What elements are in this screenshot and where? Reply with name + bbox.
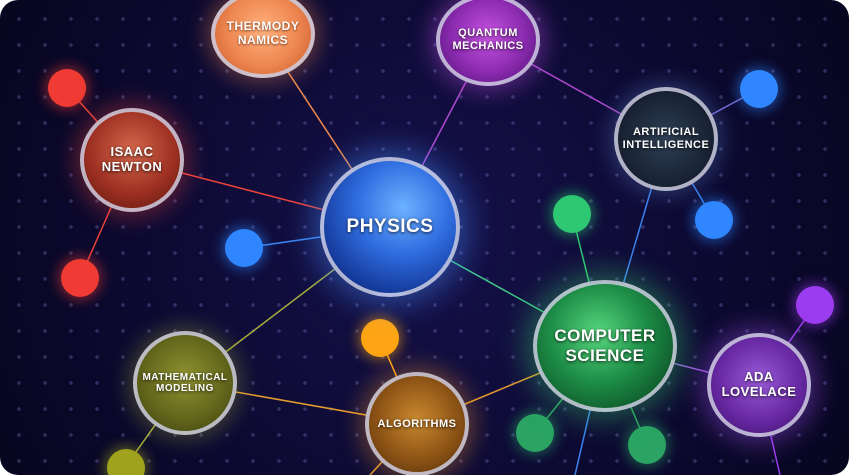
node-label-ada-lovelace: ADA LOVELACE bbox=[721, 369, 797, 399]
node-algorithms[interactable]: ALGORITHMS bbox=[365, 372, 469, 475]
satellite-node-blue-left[interactable] bbox=[225, 229, 263, 267]
node-label-physics: PHYSICS bbox=[346, 216, 434, 238]
node-artificial-intelligence[interactable]: ARTIFICIAL INTELLIGENCE bbox=[614, 87, 718, 191]
node-label-thermodynamics: THERMODY NAMICS bbox=[226, 19, 300, 47]
node-label-mathematical-modeling: MATHEMATICAL MODELING bbox=[142, 371, 228, 395]
satellite-node-green-top[interactable] bbox=[553, 195, 591, 233]
node-label-algorithms: ALGORITHMS bbox=[377, 417, 457, 430]
satellite-node-purple[interactable] bbox=[796, 286, 834, 324]
satellite-node-red-bottom[interactable] bbox=[61, 259, 99, 297]
satellite-node-green-bottom-left[interactable] bbox=[516, 414, 554, 452]
satellite-node-green-bottom-right[interactable] bbox=[628, 426, 666, 464]
node-label-computer-science: COMPUTER SCIENCE bbox=[554, 326, 656, 365]
satellite-node-blue-top-right[interactable] bbox=[740, 70, 778, 108]
node-label-isaac-newton: ISAAC NEWTON bbox=[101, 144, 163, 174]
node-mathematical-modeling[interactable]: MATHEMATICAL MODELING bbox=[133, 331, 237, 435]
node-label-artificial-intelligence: ARTIFICIAL INTELLIGENCE bbox=[622, 126, 710, 151]
node-ada-lovelace[interactable]: ADA LOVELACE bbox=[707, 333, 811, 437]
node-isaac-newton[interactable]: ISAAC NEWTON bbox=[80, 108, 184, 212]
node-computer-science[interactable]: COMPUTER SCIENCE bbox=[533, 280, 677, 412]
satellite-node-blue-right[interactable] bbox=[695, 201, 733, 239]
satellite-node-red-top[interactable] bbox=[48, 69, 86, 107]
mind-map-canvas: THERMODY NAMICS QUANTUM MECHANICS ISAAC … bbox=[0, 0, 849, 475]
node-label-quantum-mechanics: QUANTUM MECHANICS bbox=[452, 27, 524, 52]
node-physics[interactable]: PHYSICS bbox=[320, 157, 460, 297]
satellite-node-orange[interactable] bbox=[361, 319, 399, 357]
